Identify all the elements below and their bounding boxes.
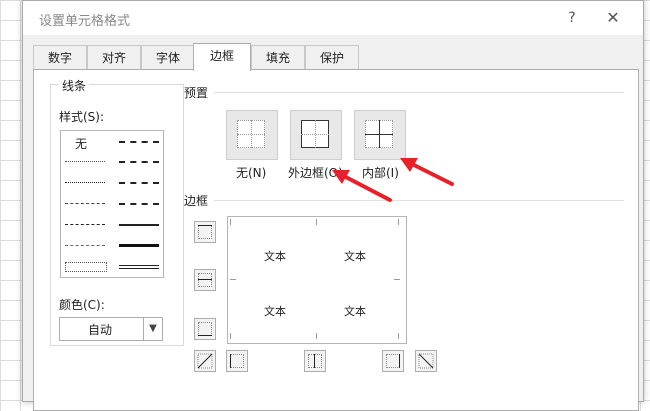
preview-tick bbox=[230, 279, 236, 280]
preview-tick bbox=[394, 279, 400, 280]
border-tab-panel: 线条 样式(S): 无 颜色(C): 自动 ▼ 预置 无(N) 外边框(O) 内… bbox=[33, 69, 639, 411]
line-style-thin-selected[interactable] bbox=[65, 262, 107, 272]
preset-label: 预置 bbox=[184, 86, 209, 100]
border-middle-horizontal-button[interactable] bbox=[194, 269, 216, 291]
line-style-double[interactable] bbox=[119, 265, 159, 269]
tab-font[interactable]: 字体 bbox=[141, 45, 195, 70]
preset-inside-button[interactable] bbox=[354, 110, 406, 160]
line-style-dash-dot[interactable] bbox=[65, 224, 105, 225]
tab-number[interactable]: 数字 bbox=[33, 45, 87, 70]
line-style-dash-dot-dot[interactable] bbox=[65, 203, 105, 204]
line-style-medium-dashed[interactable] bbox=[119, 203, 159, 205]
tab-border[interactable]: 边框 bbox=[193, 43, 251, 71]
border-right-button[interactable] bbox=[382, 350, 404, 372]
border-divider bbox=[214, 200, 624, 201]
border-label: 边框 bbox=[184, 194, 209, 208]
format-cells-dialog: 设置单元格格式 ? ✕ 数字 对齐 字体 边框 填充 保护 线条 样式(S): … bbox=[22, 0, 644, 411]
preview-tick bbox=[398, 333, 399, 339]
close-button[interactable]: ✕ bbox=[601, 6, 625, 30]
preview-tick bbox=[316, 219, 317, 225]
border-bottom-button[interactable] bbox=[194, 318, 216, 340]
color-label: 颜色(C): bbox=[59, 298, 105, 312]
border-diagonal-up-button[interactable] bbox=[194, 350, 216, 372]
line-style-slanted-dash[interactable] bbox=[119, 161, 159, 163]
border-preview[interactable]: 文本 文本 文本 文本 bbox=[227, 216, 407, 344]
line-style-medium-dash-dot[interactable] bbox=[119, 182, 159, 184]
arrow-to-inside-icon bbox=[400, 158, 454, 186]
help-button[interactable]: ? bbox=[561, 7, 583, 29]
line-style-list[interactable]: 无 bbox=[60, 130, 164, 278]
chevron-down-icon[interactable]: ▼ bbox=[143, 318, 162, 340]
preview-tick bbox=[230, 333, 231, 339]
line-style-medium-dash-dot-dot[interactable] bbox=[119, 141, 159, 143]
preset-none-icon bbox=[237, 120, 265, 148]
spreadsheet-grid bbox=[0, 0, 22, 400]
line-style-dashed[interactable] bbox=[65, 245, 105, 246]
line-style-hair[interactable] bbox=[65, 161, 105, 162]
border-top-button[interactable] bbox=[194, 221, 216, 243]
line-style-medium[interactable] bbox=[119, 224, 159, 226]
color-select[interactable]: 自动 ▼ bbox=[59, 317, 163, 341]
line-legend: 线条 bbox=[59, 77, 90, 94]
preset-none-button[interactable] bbox=[226, 110, 278, 160]
title-bar: 设置单元格格式 ? ✕ bbox=[23, 1, 643, 35]
color-value: 自动 bbox=[88, 323, 113, 337]
border-diagonal-down-button[interactable] bbox=[415, 350, 437, 372]
style-label: 样式(S): bbox=[59, 110, 105, 124]
preview-tick bbox=[398, 219, 399, 225]
preset-inside-icon bbox=[365, 120, 393, 148]
preset-none-label: 无(N) bbox=[236, 166, 267, 180]
preview-text: 文本 bbox=[264, 305, 286, 318]
preview-text: 文本 bbox=[344, 250, 366, 263]
line-group: 线条 样式(S): 无 颜色(C): 自动 ▼ bbox=[50, 77, 184, 346]
preview-text: 文本 bbox=[264, 250, 286, 263]
arrow-to-outline-icon bbox=[332, 170, 392, 202]
preview-tick bbox=[316, 333, 317, 339]
preset-outline-icon bbox=[301, 120, 329, 148]
border-middle-vertical-button[interactable] bbox=[304, 350, 326, 372]
border-left-button[interactable] bbox=[226, 350, 248, 372]
tab-alignment[interactable]: 对齐 bbox=[87, 45, 141, 70]
preview-tick bbox=[230, 219, 231, 225]
dialog-title: 设置单元格格式 bbox=[39, 14, 131, 29]
preset-outline-button[interactable] bbox=[290, 110, 342, 160]
line-style-thick[interactable] bbox=[119, 244, 159, 247]
line-style-none[interactable]: 无 bbox=[75, 135, 87, 152]
preset-divider bbox=[214, 92, 624, 93]
tab-protection[interactable]: 保护 bbox=[305, 45, 359, 70]
tab-fill[interactable]: 填充 bbox=[251, 45, 305, 70]
line-style-dotted[interactable] bbox=[65, 182, 105, 183]
preview-text: 文本 bbox=[344, 305, 366, 318]
